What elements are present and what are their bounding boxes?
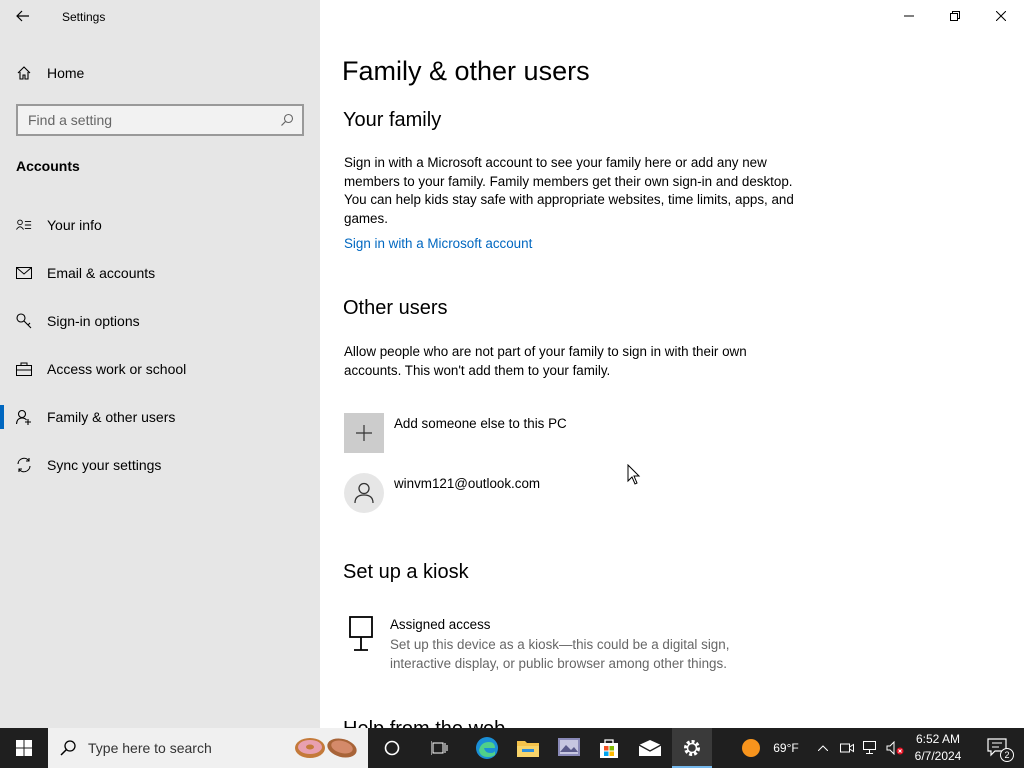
nav-home-label: Home [47,65,85,81]
network-button[interactable] [862,728,880,768]
sidebar-item-label: Access work or school [47,361,187,377]
plus-icon [356,425,372,441]
search-icon [48,740,88,756]
back-arrow-icon [16,10,29,22]
clock-date[interactable]: 6/7/2024 [908,749,968,763]
restore-button[interactable] [932,0,978,32]
sidebar-item-label: Email & accounts [47,265,156,281]
taskbar-file-explorer[interactable] [508,728,548,768]
person-card-icon [16,217,32,233]
briefcase-icon [16,361,32,377]
store-bag-icon [600,739,618,758]
taskbar-store[interactable] [589,728,629,768]
action-center-button[interactable]: 2 [978,728,1018,768]
search-icon[interactable] [272,113,302,127]
notification-count-badge: 2 [1000,748,1014,762]
start-button[interactable] [0,728,48,768]
clock-time[interactable]: 6:52 AM [908,732,968,746]
weather-temperature[interactable]: 69°F [769,741,803,755]
close-button[interactable] [978,0,1024,32]
app-title: Settings [62,10,106,24]
family-heading: Your family [343,109,442,131]
sun-icon [742,739,760,757]
page-title: Family & other users [342,56,590,86]
taskbar-edge[interactable] [467,728,507,768]
edge-icon [476,737,498,759]
other-users-heading: Other users [343,297,448,319]
back-button[interactable] [0,0,46,32]
sidebar-item-sign-in-options[interactable]: Sign-in options [0,301,320,341]
windows-logo-icon [16,740,32,756]
restore-icon [950,11,960,21]
mouse-cursor-icon [627,464,641,485]
taskbar-search[interactable]: Type here to search [48,728,368,768]
settings-search-input[interactable] [18,112,272,128]
add-user-label[interactable]: Add someone else to this PC [394,416,567,431]
section-title: Accounts [16,158,80,174]
main-content: Family & other users Your family Sign in… [320,0,1024,728]
add-user-button[interactable] [344,413,384,453]
web-help-heading-text: Help from the web [343,718,505,728]
close-icon [996,11,1006,21]
gear-icon [684,740,700,756]
sidebar-item-your-info[interactable]: Your info [0,205,320,245]
assigned-access-title[interactable]: Assigned access [390,617,490,632]
sidebar-item-label: Sync your settings [47,457,162,473]
task-view-button[interactable] [420,728,460,768]
speaker-muted-icon [886,741,904,755]
person-add-icon [16,409,32,425]
other-users-description: Allow people who are not part of your fa… [344,344,747,378]
nav-home[interactable]: Home [0,53,320,93]
web-help-heading: Help from the web [343,718,543,728]
sidebar-item-label: Your info [47,217,102,233]
home-icon [16,65,32,81]
mail-icon [16,265,32,281]
person-icon [354,482,374,504]
show-hidden-icons-button[interactable] [814,728,832,768]
settings-search[interactable] [16,104,304,136]
minimize-icon [904,15,914,17]
assigned-access-description: Set up this device as a kiosk—this could… [390,637,730,671]
camera-icon [840,743,854,753]
sidebar-item-sync[interactable]: Sync your settings [0,445,320,485]
taskbar: Type here to search 69°F 6:52 AM 6/7/202… [0,728,1024,768]
kiosk-heading: Set up a kiosk [343,561,469,583]
minimize-button[interactable] [886,0,932,32]
sidebar: Settings Home Accounts Your info Email &… [0,0,320,728]
folder-icon [517,741,539,757]
sync-icon [16,457,32,473]
key-icon [16,313,32,329]
taskbar-settings[interactable] [672,728,712,768]
cortana-icon [384,740,400,756]
sign-in-microsoft-link[interactable]: Sign in with a Microsoft account [344,236,532,251]
task-view-icon [431,741,448,755]
taskbar-photo-app[interactable] [549,728,589,768]
search-highlight-icon [295,738,357,758]
avatar[interactable] [344,473,384,513]
sidebar-item-label: Family & other users [47,409,176,425]
sidebar-item-family[interactable]: Family & other users [0,397,320,437]
image-viewer-icon [558,738,580,756]
sidebar-item-label: Sign-in options [47,313,140,329]
taskbar-mail[interactable] [630,728,670,768]
taskbar-search-placeholder[interactable]: Type here to search [88,740,212,756]
kiosk-icon[interactable] [346,616,376,652]
user-account-label[interactable]: winvm121@outlook.com [394,476,540,491]
cortana-button[interactable] [372,728,412,768]
sidebar-item-access-work[interactable]: Access work or school [0,349,320,389]
meet-now-button[interactable] [838,728,856,768]
network-icon [863,741,876,754]
weather-button[interactable] [737,728,765,768]
chevron-up-icon [818,745,828,751]
volume-button[interactable] [885,728,905,768]
sidebar-item-email-accounts[interactable]: Email & accounts [0,253,320,293]
mail-icon [638,740,662,756]
family-description: Sign in with a Microsoft account to see … [344,155,794,226]
